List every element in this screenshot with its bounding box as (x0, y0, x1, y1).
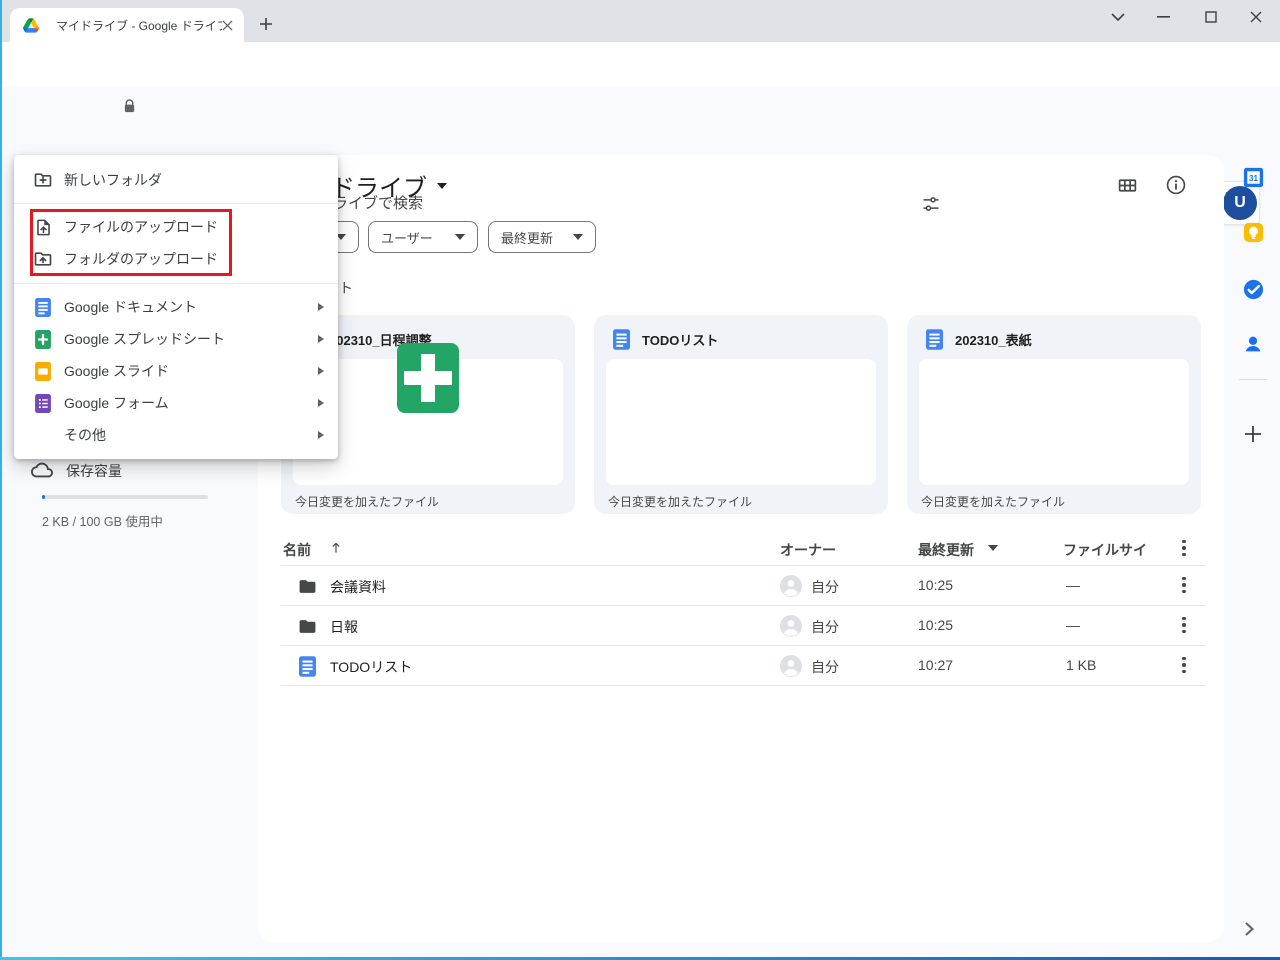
docs-file-icon (297, 655, 317, 677)
keep-icon[interactable] (1241, 220, 1265, 244)
file-modified: 10:27 (918, 657, 954, 673)
browser-tab[interactable]: マイドライブ - Google ドライブ (10, 8, 244, 42)
right-side-rail: 31 (1226, 148, 1280, 958)
card-title: TODOリスト (642, 333, 719, 348)
search-input[interactable] (316, 182, 876, 224)
file-modified: 10:25 (918, 577, 954, 593)
menu-item-more[interactable]: その他 (14, 415, 338, 455)
window-maximize-button[interactable] (1200, 6, 1222, 28)
submenu-arrow-icon (318, 431, 324, 439)
sheets-thumbnail (397, 343, 459, 413)
file-owner: 自分 (811, 659, 839, 675)
new-menu: 新しいフォルダ ファイルのアップロード フォルダのアップロード Google ド… (14, 155, 338, 459)
owner-avatar (779, 614, 803, 638)
drive-favicon (23, 17, 39, 33)
row-options-kebab-icon[interactable] (1174, 615, 1194, 635)
browser-window: マイドライブ - Google ドライブ ドライブで検索 U 保存容量 2 KB… (0, 0, 1280, 960)
row-options-kebab-icon[interactable] (1174, 655, 1194, 675)
cloud-storage-icon (30, 458, 54, 482)
column-options-kebab-icon[interactable] (1174, 538, 1194, 558)
suggested-card[interactable]: TODOリスト 今日変更を加えたファイル (594, 315, 888, 514)
tab-title: マイドライブ - Google ドライブ (56, 18, 222, 33)
frame-border-left (0, 0, 2, 960)
column-header-size[interactable]: ファイルサイ (1063, 540, 1147, 560)
column-header-owner[interactable]: オーナー (780, 540, 836, 560)
slides-icon (33, 361, 53, 381)
filter-chip-people-label: ユーザー (381, 230, 433, 246)
submenu-arrow-icon (318, 335, 324, 343)
owner-avatar (779, 574, 803, 598)
suggested-card[interactable]: 202310_表紙 今日変更を加えたファイル (907, 315, 1201, 514)
filter-chip-modified-label: 最終更新 (501, 230, 554, 246)
info-icon[interactable] (1163, 172, 1189, 198)
svg-text:31: 31 (1248, 173, 1258, 182)
chevron-down-icon (573, 234, 583, 240)
column-header-name[interactable]: 名前 (283, 540, 311, 560)
submenu-arrow-icon (318, 367, 324, 375)
folder-icon (297, 616, 317, 636)
docs-file-icon (611, 328, 631, 350)
file-modified: 10:25 (918, 617, 954, 633)
row-options-kebab-icon[interactable] (1174, 575, 1194, 595)
file-name: 会議資料 (330, 579, 386, 595)
new-folder-icon (33, 170, 53, 190)
window-close-button[interactable] (1245, 6, 1267, 28)
tab-search-chevron-icon[interactable] (1107, 6, 1129, 28)
file-owner: 自分 (811, 619, 839, 635)
owner-avatar (779, 654, 803, 678)
card-title: 202310_表紙 (955, 333, 1032, 348)
file-size: — (1066, 617, 1080, 633)
filter-chip-people[interactable]: ユーザー (368, 221, 478, 253)
file-name: 日報 (330, 619, 358, 635)
forms-icon (33, 393, 53, 413)
layout-grid-view-icon[interactable] (1114, 172, 1140, 198)
folder-icon (297, 576, 317, 596)
file-name: TODOリスト (330, 659, 413, 675)
upload-highlight-annotation (30, 209, 232, 276)
file-owner: 自分 (811, 579, 839, 595)
card-caption: 今日変更を加えたファイル (921, 495, 1066, 509)
sort-ascending-arrow-icon[interactable] (327, 539, 345, 557)
filter-chip-modified[interactable]: 最終更新 (488, 221, 596, 253)
lock-icon[interactable] (120, 97, 138, 115)
card-preview (919, 359, 1189, 485)
drive-header: ドライブ ? ECCS Cloud Mail Information Techn… (0, 86, 1280, 226)
new-tab-button[interactable] (256, 14, 276, 34)
window-minimize-button[interactable] (1152, 6, 1174, 28)
hide-panel-chevron-icon[interactable] (1238, 918, 1260, 940)
storage-label[interactable]: 保存容量 (66, 461, 122, 481)
storage-usage-text: 2 KB / 100 GB 使用中 (42, 515, 163, 529)
menu-item-new-folder[interactable]: 新しいフォルダ (14, 160, 338, 200)
rail-divider (1239, 379, 1267, 380)
table-row[interactable]: 会議資料 自分 10:25 — (281, 566, 1205, 606)
tab-close-icon[interactable] (220, 18, 234, 32)
storage-progress-bar (42, 495, 208, 499)
docs-icon (33, 297, 53, 317)
sort-descending-caret-icon (988, 545, 998, 551)
file-size: 1 KB (1066, 657, 1097, 673)
calendar-icon[interactable]: 31 (1241, 165, 1265, 189)
chevron-down-icon (455, 234, 465, 240)
submenu-arrow-icon (318, 399, 324, 407)
card-preview (606, 359, 876, 485)
file-size: — (1066, 577, 1080, 593)
get-add-ons-plus-icon[interactable] (1241, 422, 1265, 446)
contacts-icon[interactable] (1241, 332, 1265, 356)
table-row[interactable]: 日報 自分 10:25 — (281, 606, 1205, 646)
tasks-icon[interactable] (1241, 277, 1265, 301)
browser-toolbar: drive.google.com/drive/my-drive U (0, 42, 1280, 122)
storage-progress-fill (42, 495, 45, 499)
table-header-row: 名前 オーナー 最終更新 ファイルサイ (281, 532, 1205, 566)
sheets-icon (33, 329, 53, 349)
card-caption: 今日変更を加えたファイル (608, 495, 753, 509)
submenu-arrow-icon (318, 303, 324, 311)
table-row[interactable]: TODOリスト 自分 10:27 1 KB (281, 646, 1205, 686)
docs-file-icon (924, 328, 944, 350)
tab-strip: マイドライブ - Google ドライブ (0, 0, 1280, 42)
card-caption: 今日変更を加えたファイル (295, 495, 440, 509)
search-options-tune-icon[interactable] (918, 191, 944, 217)
column-header-modified[interactable]: 最終更新 (918, 540, 974, 560)
